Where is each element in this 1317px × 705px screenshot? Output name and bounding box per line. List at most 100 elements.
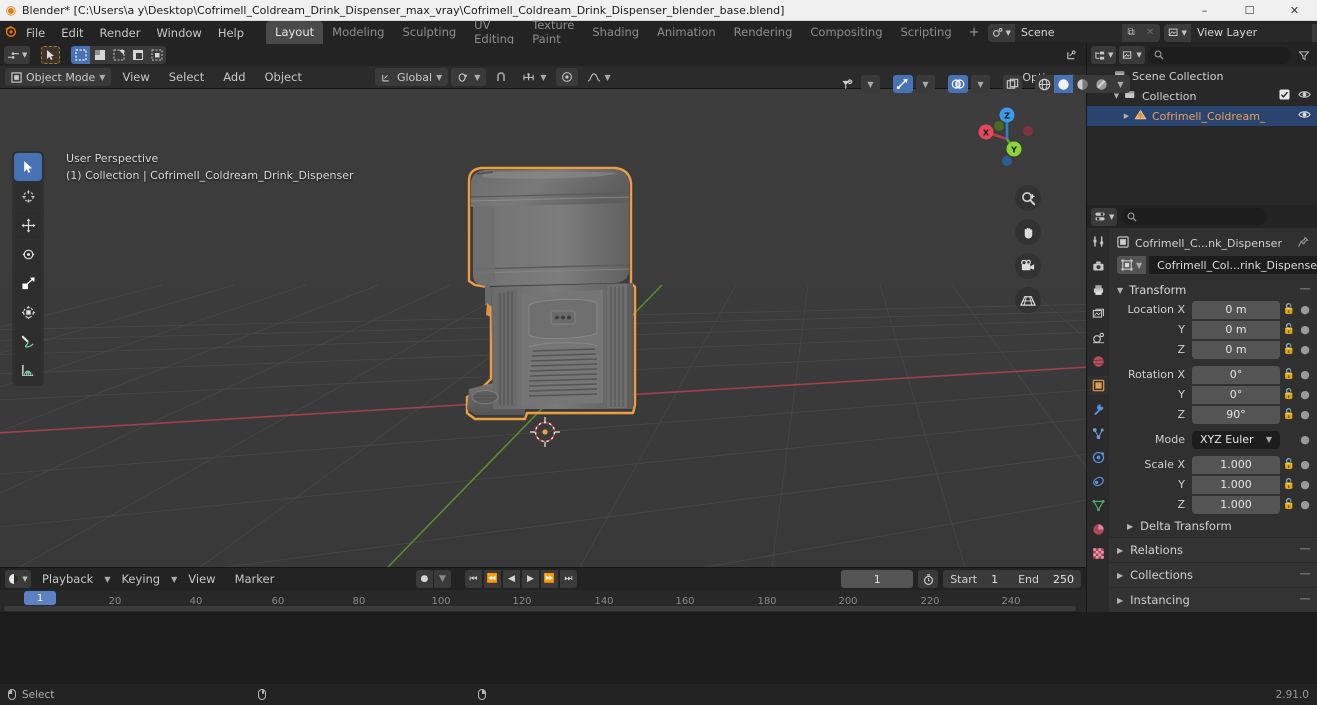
- location-x-field[interactable]: 0 m: [1192, 300, 1280, 319]
- pin-icon[interactable]: [1297, 236, 1309, 251]
- animate-property-icon[interactable]: ●: [1298, 478, 1312, 491]
- proportional-edit-dropdown[interactable]: ▼: [516, 68, 552, 86]
- tab-scripting[interactable]: Scripting: [892, 21, 961, 44]
- menu-render[interactable]: Render: [92, 23, 149, 43]
- tab-data-icon[interactable]: [1088, 496, 1108, 515]
- xray-dropdown-arrow[interactable]: ▼: [971, 75, 990, 93]
- location-z-field[interactable]: 0 m: [1192, 340, 1280, 359]
- tweak-tool-icon[interactable]: [41, 46, 61, 64]
- blender-logo-icon[interactable]: [4, 24, 18, 42]
- auto-keying-dropdown[interactable]: ▼: [433, 570, 451, 588]
- transform-panel-header[interactable]: ▼ Transform ━━: [1109, 280, 1317, 300]
- proportional-toggle[interactable]: [555, 68, 578, 86]
- shading-wireframe-icon[interactable]: [1035, 75, 1054, 93]
- tab-modeling[interactable]: Modeling: [323, 21, 393, 44]
- tab-physics-icon[interactable]: [1088, 448, 1108, 467]
- viewport-menu-select[interactable]: Select: [161, 68, 212, 86]
- jump-to-start-button[interactable]: ⏮: [464, 570, 482, 588]
- tab-texture-icon[interactable]: [1088, 544, 1108, 563]
- show-overlays-toggle[interactable]: [893, 75, 913, 93]
- select-box-icon[interactable]: [71, 46, 91, 64]
- use-preview-range-icon[interactable]: [918, 570, 939, 588]
- tab-render-icon[interactable]: [1088, 256, 1108, 275]
- viewport-menu-add[interactable]: Add: [215, 68, 253, 86]
- location-y-field[interactable]: 0 m: [1192, 320, 1280, 339]
- camera-view-icon[interactable]: [1015, 253, 1041, 279]
- scale-z-field[interactable]: 1.000: [1192, 495, 1280, 514]
- auto-keying-toggle[interactable]: ●: [415, 570, 433, 588]
- jump-to-end-button[interactable]: ⏭: [559, 570, 577, 588]
- shading-material-preview-icon[interactable]: [1073, 75, 1092, 93]
- xray-toggle[interactable]: [948, 75, 968, 93]
- animate-property-icon[interactable]: ●: [1298, 408, 1312, 421]
- tab-tool-icon[interactable]: [1088, 232, 1108, 251]
- delta-transform-subpanel[interactable]: ▶ Delta Transform: [1109, 515, 1317, 537]
- menu-edit[interactable]: Edit: [53, 23, 91, 43]
- play-button[interactable]: ▶: [521, 570, 539, 588]
- tab-animation[interactable]: Animation: [648, 21, 725, 44]
- gizmo-dropdown-arrow[interactable]: ▼: [861, 75, 880, 93]
- maximize-button[interactable]: ☐: [1227, 0, 1272, 21]
- tool-select-box-icon[interactable]: [14, 153, 42, 181]
- frame-range-fields[interactable]: Start 1 End 250: [943, 570, 1081, 588]
- outliner-editor-type-icon[interactable]: ▼: [1091, 46, 1117, 64]
- tab-layout[interactable]: Layout: [266, 21, 324, 44]
- lock-icon[interactable]: 🔓: [1280, 499, 1298, 510]
- scale-x-field[interactable]: 1.000: [1192, 455, 1280, 474]
- next-keyframe-button[interactable]: ⏩: [540, 570, 558, 588]
- collection-checkbox[interactable]: [1279, 89, 1290, 103]
- properties-search-input[interactable]: [1121, 208, 1268, 225]
- shading-rendered-icon[interactable]: [1092, 75, 1111, 93]
- select-extend-icon[interactable]: [90, 46, 110, 64]
- timeline-menu-marker[interactable]: Marker: [227, 570, 283, 588]
- timeline-playhead[interactable]: 1: [24, 591, 56, 605]
- view-layer-selector[interactable]: ▼ View Layer ⧉ ✕: [1163, 23, 1317, 42]
- outliner-row-object[interactable]: ▶ Cofrimell_Coldream_: [1087, 106, 1317, 126]
- snap-pivot-dropdown[interactable]: ▼: [451, 68, 487, 86]
- lock-icon[interactable]: 🔓: [1280, 479, 1298, 490]
- menu-file[interactable]: File: [18, 23, 53, 43]
- viewport-navigation-gizmo[interactable]: X Y Z: [969, 99, 1045, 175]
- pan-hand-icon[interactable]: [1015, 219, 1041, 245]
- timeline-ruler[interactable]: 20 40 60 80 100 120 140 160 180 200 220 …: [0, 590, 1086, 612]
- animate-property-icon[interactable]: ●: [1298, 498, 1312, 511]
- viewport-menu-object[interactable]: Object: [257, 68, 310, 86]
- object-mode-dropdown[interactable]: Object Mode ▼: [5, 68, 112, 86]
- select-intersect-icon[interactable]: [147, 46, 167, 64]
- rotation-z-field[interactable]: 90°: [1192, 405, 1280, 424]
- tab-material-icon[interactable]: [1088, 520, 1108, 539]
- lock-icon[interactable]: 🔓: [1280, 369, 1298, 380]
- close-button[interactable]: ✕: [1272, 0, 1317, 21]
- select-subtract-icon[interactable]: [109, 46, 129, 64]
- rotation-y-field[interactable]: 0°: [1192, 385, 1280, 404]
- current-frame-field[interactable]: 1: [841, 570, 914, 588]
- animate-property-icon[interactable]: ●: [1298, 323, 1312, 336]
- menu-help[interactable]: Help: [210, 23, 252, 43]
- tab-modifier-icon[interactable]: [1088, 400, 1108, 419]
- animate-property-icon[interactable]: ●: [1298, 388, 1312, 401]
- select-invert-icon[interactable]: [128, 46, 148, 64]
- scene-selector[interactable]: ▼ Scene ⧉ ✕: [987, 23, 1160, 42]
- shading-solid-icon[interactable]: [1054, 75, 1073, 93]
- timeline-scrollbar[interactable]: [4, 606, 1076, 611]
- animate-property-icon[interactable]: ●: [1298, 458, 1312, 471]
- zoom-icon[interactable]: [1015, 185, 1041, 211]
- object-name-field[interactable]: Cofrimell_Col...rink_Dispenser: [1149, 256, 1317, 274]
- tab-particles-icon[interactable]: [1088, 424, 1108, 443]
- object-data-type-button[interactable]: ▼: [1117, 256, 1147, 274]
- start-value[interactable]: 1: [984, 573, 1005, 586]
- overlays-dropdown-arrow[interactable]: ▼: [916, 75, 935, 93]
- lock-icon[interactable]: 🔓: [1280, 389, 1298, 400]
- snap-magnet-toggle[interactable]: [489, 68, 513, 86]
- minimize-button[interactable]: –: [1182, 0, 1227, 21]
- tool-measure-icon[interactable]: [14, 356, 42, 384]
- object-id-block[interactable]: ▼ Cofrimell_Col...rink_Dispenser: [1117, 256, 1317, 274]
- tab-object-icon[interactable]: [1088, 376, 1108, 395]
- play-reverse-button[interactable]: ◀: [502, 570, 520, 588]
- outliner-display-mode-icon[interactable]: ▼: [1119, 46, 1145, 64]
- new-scene-button[interactable]: ⧉: [1121, 23, 1141, 42]
- animate-property-icon[interactable]: ●: [1298, 303, 1312, 316]
- tab-constraints-icon[interactable]: [1088, 472, 1108, 491]
- relations-panel[interactable]: ▶ Relations ━━: [1109, 537, 1317, 562]
- timeline-menu-keying[interactable]: Keying: [113, 570, 168, 588]
